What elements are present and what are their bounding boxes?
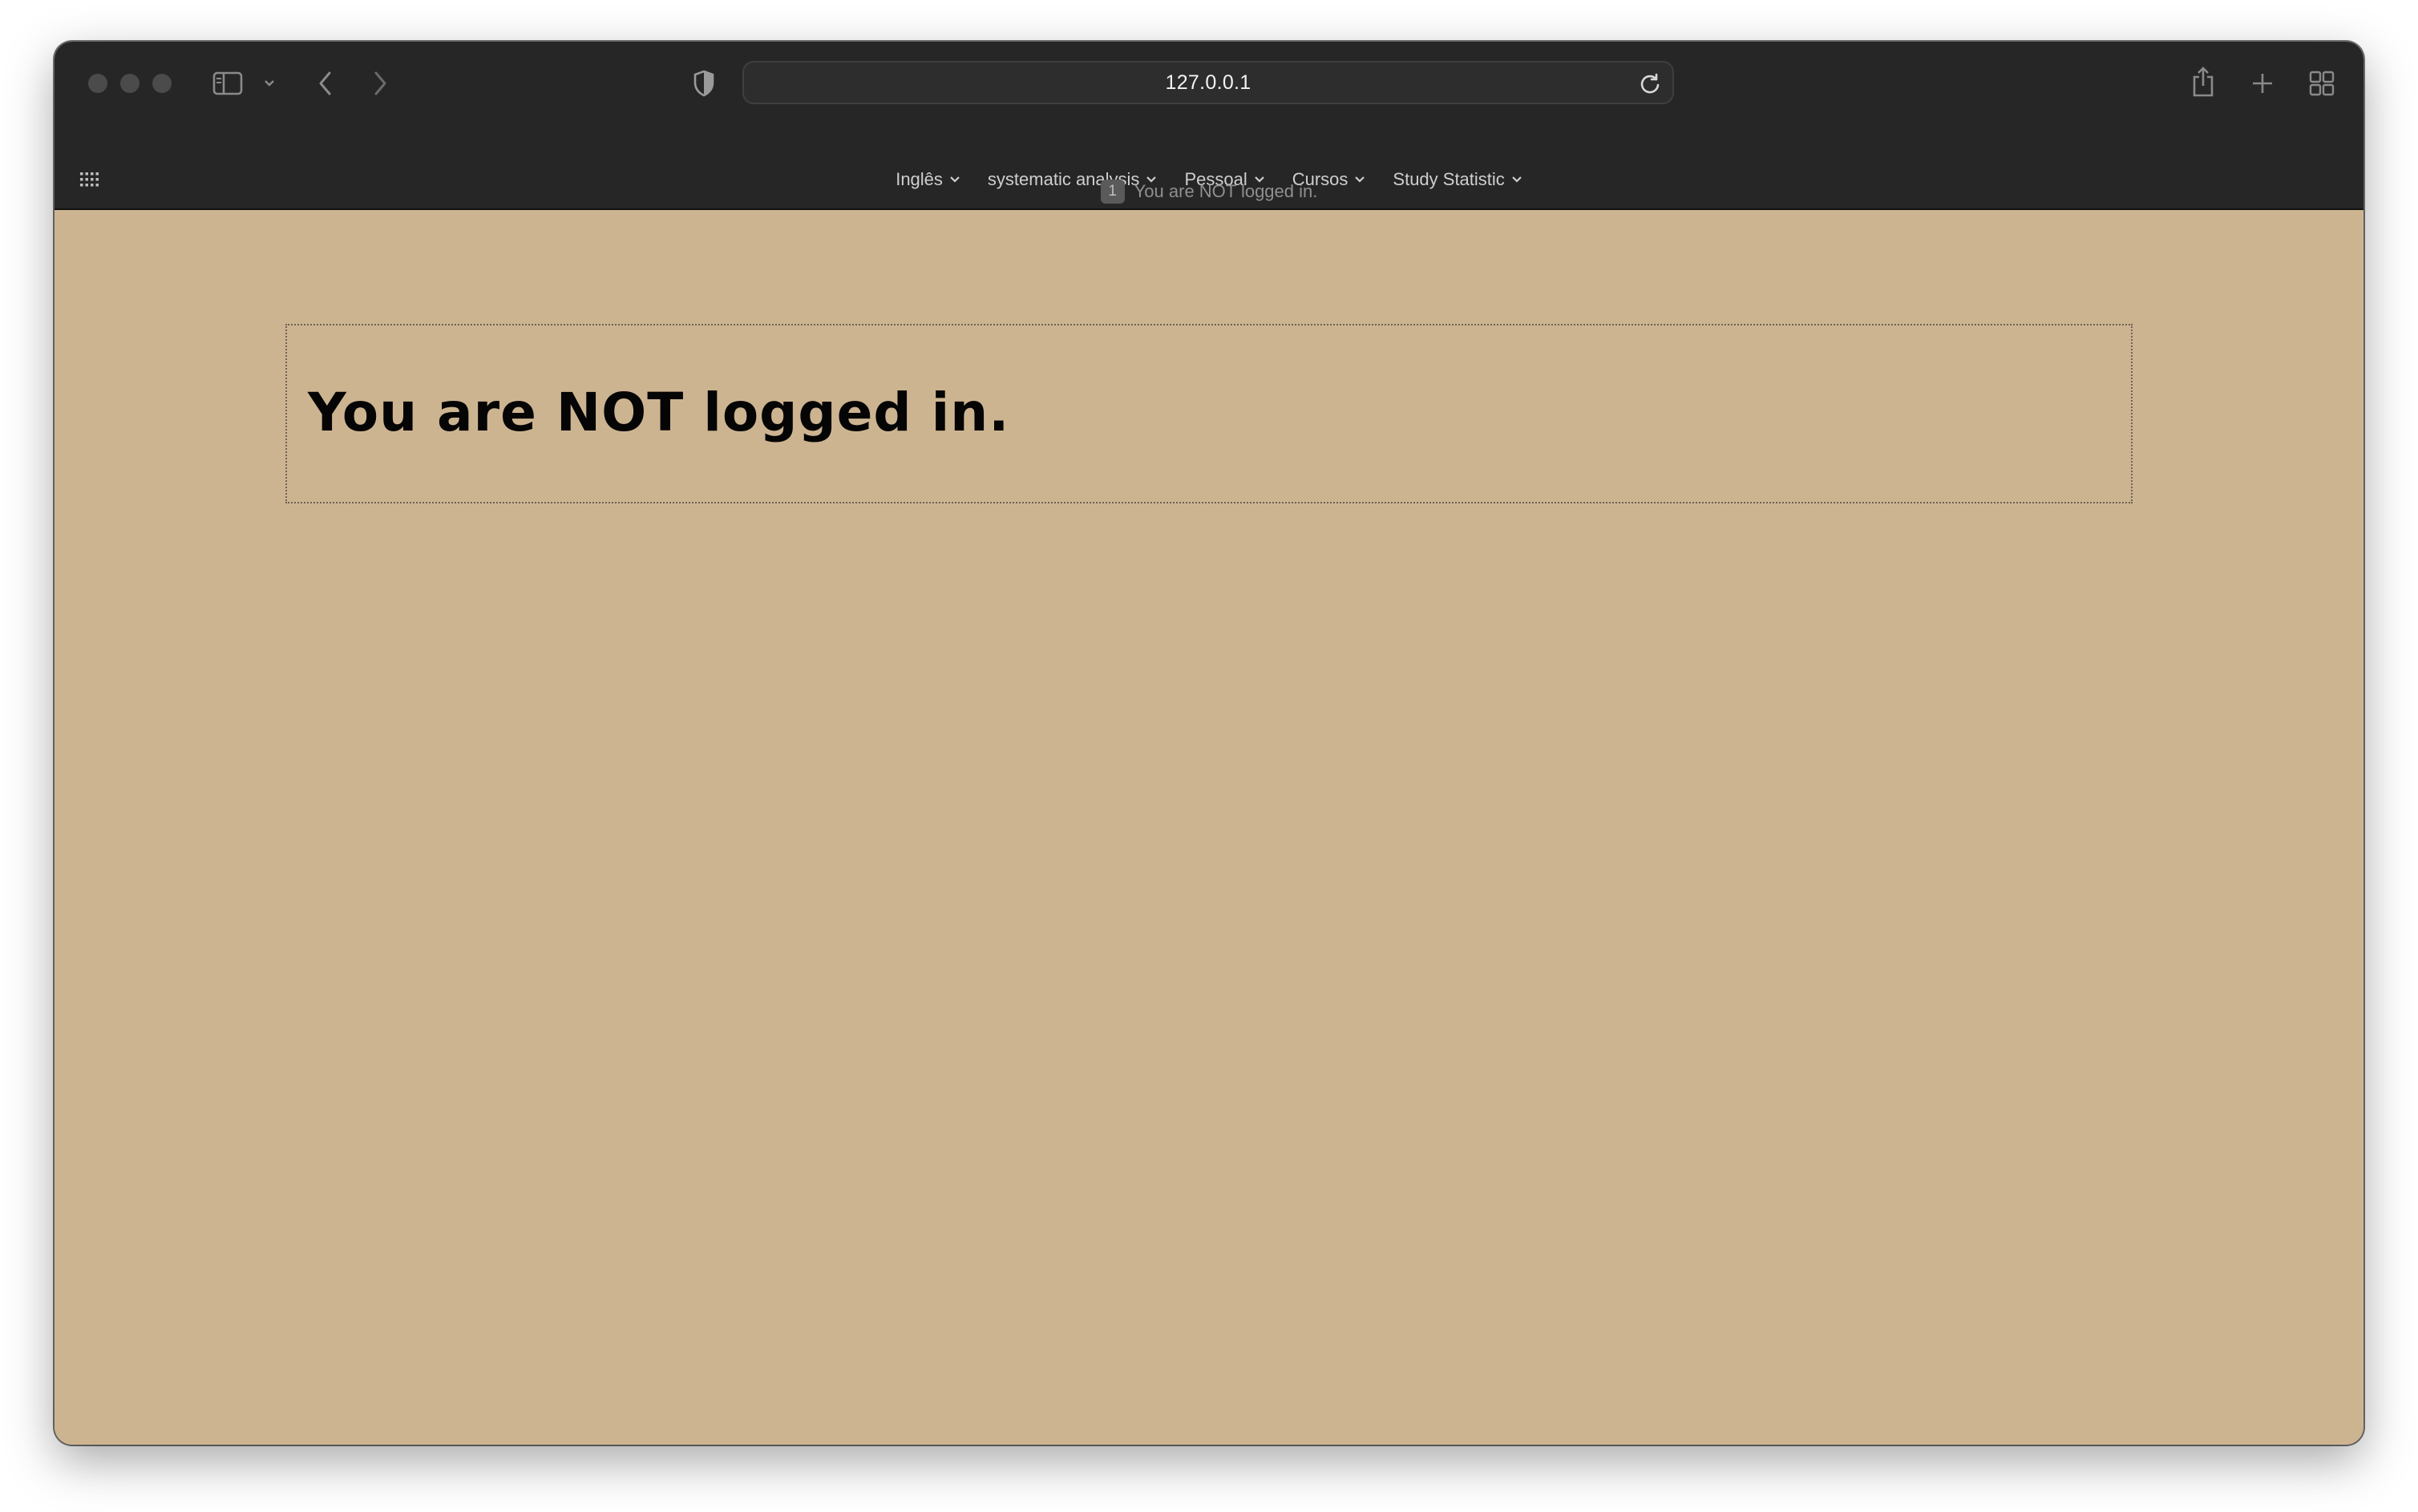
share-icon[interactable] — [2187, 63, 2219, 101]
reload-icon[interactable] — [1639, 72, 1661, 99]
login-status-heading: You are NOT logged in. — [308, 382, 1010, 443]
grid-icon[interactable] — [2304, 66, 2339, 101]
tab-title: You are NOT logged in. — [1134, 181, 1318, 201]
tab-active[interactable]: 1 You are NOT logged in. — [55, 177, 2363, 206]
browser-toolbar: 127.0.0.1 Inglês systematic analysis Pes… — [55, 42, 2363, 210]
shield-icon[interactable] — [688, 66, 720, 101]
zoom-window-button[interactable] — [152, 74, 172, 93]
chevron-down-icon[interactable] — [260, 74, 279, 93]
browser-window: 127.0.0.1 Inglês systematic analysis Pes… — [55, 42, 2363, 1445]
chevron-left-icon[interactable] — [309, 66, 342, 101]
plus-icon[interactable] — [2246, 66, 2278, 101]
page-content: You are NOT logged in. — [55, 210, 2363, 1445]
close-window-button[interactable] — [88, 74, 107, 93]
message-box: You are NOT logged in. — [285, 324, 2133, 503]
minimize-window-button[interactable] — [120, 74, 140, 93]
chevron-right-icon[interactable] — [364, 66, 396, 101]
sidebar-icon[interactable] — [210, 67, 245, 99]
tab-badge: 1 — [1100, 180, 1125, 204]
address-text[interactable]: 127.0.0.1 — [744, 63, 1672, 103]
address-bar[interactable]: 127.0.0.1 — [742, 61, 1674, 104]
